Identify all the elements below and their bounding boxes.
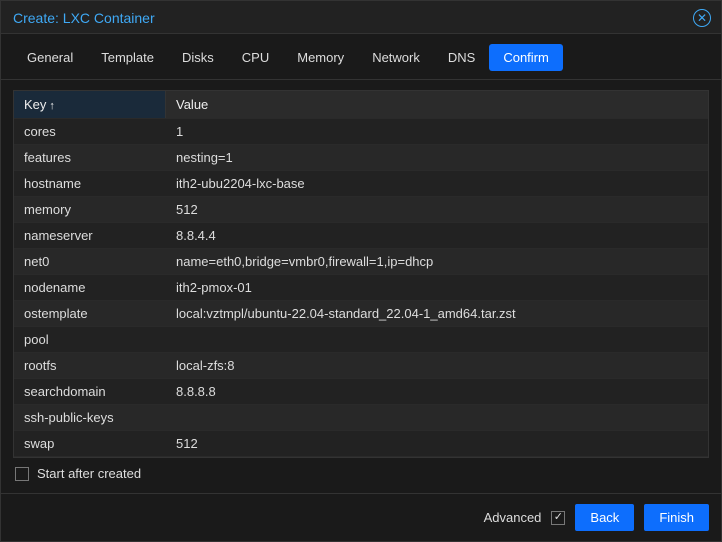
row-value bbox=[166, 327, 708, 352]
row-key: rootfs bbox=[14, 353, 166, 378]
row-value: 512 bbox=[166, 431, 708, 456]
row-value bbox=[166, 405, 708, 430]
row-key: memory bbox=[14, 197, 166, 222]
tabs: General Template Disks CPU Memory Networ… bbox=[1, 34, 721, 80]
finish-button[interactable]: Finish bbox=[644, 504, 709, 531]
table-row[interactable]: pool bbox=[14, 326, 708, 352]
row-value: 1 bbox=[166, 119, 708, 144]
title-bar: Create: LXC Container ✕ bbox=[1, 1, 721, 34]
row-value: name=eth0,bridge=vmbr0,firewall=1,ip=dhc… bbox=[166, 249, 708, 274]
tab-disks[interactable]: Disks bbox=[168, 44, 228, 71]
close-icon[interactable]: ✕ bbox=[693, 9, 711, 27]
tab-cpu[interactable]: CPU bbox=[228, 44, 283, 71]
row-key: pool bbox=[14, 327, 166, 352]
table-row[interactable]: unprivileged1 bbox=[14, 456, 708, 457]
advanced-label: Advanced bbox=[484, 510, 542, 525]
back-button[interactable]: Back bbox=[575, 504, 634, 531]
table-row[interactable]: memory512 bbox=[14, 196, 708, 222]
table-row[interactable]: nameserver8.8.4.4 bbox=[14, 222, 708, 248]
start-after-label: Start after created bbox=[37, 466, 141, 481]
row-key: searchdomain bbox=[14, 379, 166, 404]
row-key: features bbox=[14, 145, 166, 170]
row-value: local-zfs:8 bbox=[166, 353, 708, 378]
table-row[interactable]: cores1 bbox=[14, 118, 708, 144]
create-lxc-dialog: Create: LXC Container ✕ General Template… bbox=[0, 0, 722, 542]
tab-template[interactable]: Template bbox=[87, 44, 168, 71]
row-key: hostname bbox=[14, 171, 166, 196]
column-key-label: Key bbox=[24, 97, 46, 112]
table-row[interactable]: swap512 bbox=[14, 430, 708, 456]
row-key: nameserver bbox=[14, 223, 166, 248]
table-row[interactable]: featuresnesting=1 bbox=[14, 144, 708, 170]
row-value: 512 bbox=[166, 197, 708, 222]
tab-general[interactable]: General bbox=[13, 44, 87, 71]
table-row[interactable]: ostemplatelocal:vztmpl/ubuntu-22.04-stan… bbox=[14, 300, 708, 326]
row-value: nesting=1 bbox=[166, 145, 708, 170]
column-key[interactable]: Key↑ bbox=[14, 91, 166, 118]
footer: Advanced ✓ Back Finish bbox=[1, 493, 721, 541]
row-key: nodename bbox=[14, 275, 166, 300]
table-row[interactable]: hostnameith2-ubu2204-lxc-base bbox=[14, 170, 708, 196]
row-key: ostemplate bbox=[14, 301, 166, 326]
summary-table: Key↑ Value cores1 featuresnesting=1 host… bbox=[13, 90, 709, 458]
sort-asc-icon: ↑ bbox=[49, 100, 55, 112]
table-body[interactable]: cores1 featuresnesting=1 hostnameith2-ub… bbox=[14, 118, 708, 457]
start-after-row: Start after created bbox=[13, 458, 709, 483]
table-row[interactable]: searchdomain8.8.8.8 bbox=[14, 378, 708, 404]
row-key: cores bbox=[14, 119, 166, 144]
tab-network[interactable]: Network bbox=[358, 44, 434, 71]
row-value: ith2-ubu2204-lxc-base bbox=[166, 171, 708, 196]
table-row[interactable]: ssh-public-keys bbox=[14, 404, 708, 430]
advanced-checkbox[interactable]: ✓ bbox=[551, 511, 565, 525]
row-value: ith2-pmox-01 bbox=[166, 275, 708, 300]
tab-dns[interactable]: DNS bbox=[434, 44, 489, 71]
tab-memory[interactable]: Memory bbox=[283, 44, 358, 71]
row-value: local:vztmpl/ubuntu-22.04-standard_22.04… bbox=[166, 301, 708, 326]
row-key: swap bbox=[14, 431, 166, 456]
column-value[interactable]: Value bbox=[166, 91, 708, 118]
row-value: 8.8.4.4 bbox=[166, 223, 708, 248]
table-row[interactable]: net0name=eth0,bridge=vmbr0,firewall=1,ip… bbox=[14, 248, 708, 274]
tab-confirm[interactable]: Confirm bbox=[489, 44, 563, 71]
start-after-checkbox[interactable] bbox=[15, 467, 29, 481]
dialog-title: Create: LXC Container bbox=[13, 10, 155, 26]
row-key: net0 bbox=[14, 249, 166, 274]
content: Key↑ Value cores1 featuresnesting=1 host… bbox=[1, 80, 721, 493]
table-row[interactable]: rootfslocal-zfs:8 bbox=[14, 352, 708, 378]
row-value: 8.8.8.8 bbox=[166, 379, 708, 404]
table-row[interactable]: nodenameith2-pmox-01 bbox=[14, 274, 708, 300]
row-key: ssh-public-keys bbox=[14, 405, 166, 430]
table-header: Key↑ Value bbox=[14, 91, 708, 118]
